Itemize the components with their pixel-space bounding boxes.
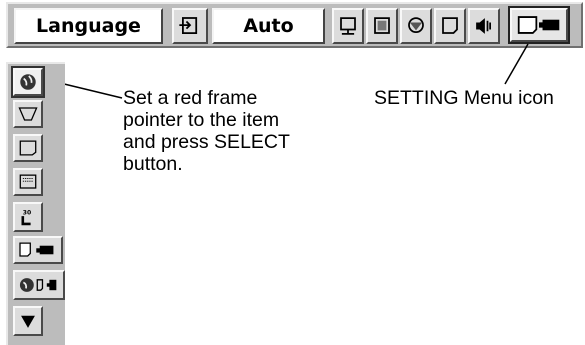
instruction-line-2: pointer to the item [123,109,280,131]
rear-icon[interactable] [13,236,63,264]
svg-text:30: 30 [23,209,31,216]
instruction-line-3: and press SELECT [123,131,290,153]
blue-back-icon[interactable] [13,134,43,162]
setting-menu-label: SETTING Menu icon [374,87,554,109]
scroll-down-icon[interactable] [13,306,43,336]
lamp-counter-reset-icon[interactable] [13,270,65,300]
display-icon[interactable] [13,168,43,196]
instruction-line-4: button. [123,153,183,175]
instruction-line-1: Set a red frame [123,87,258,109]
keystone-icon[interactable] [13,100,43,128]
ceiling-icon[interactable]: 30 [13,202,43,232]
language-icon[interactable] [11,66,45,98]
setting-callout-line [59,43,529,99]
